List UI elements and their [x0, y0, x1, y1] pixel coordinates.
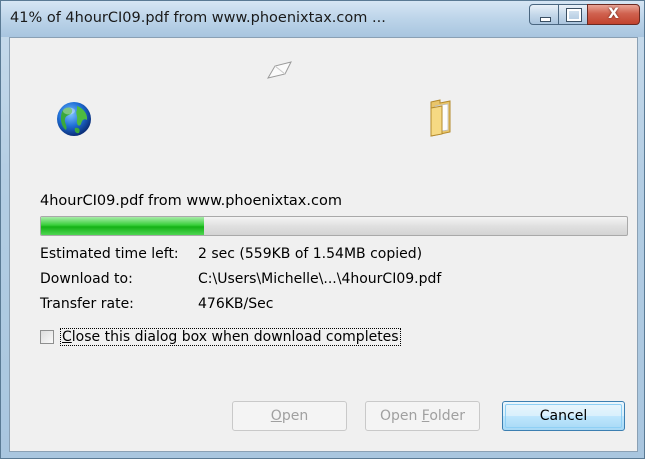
progress-fill	[41, 217, 205, 235]
close-when-done-text: lose this dialog box when download compl…	[71, 329, 399, 345]
close-button[interactable]: X	[587, 4, 640, 25]
open-folder-text: older	[429, 408, 466, 424]
download-to-value: C:\Users\Michelle\...\4hourCI09.pdf	[198, 271, 442, 287]
window-title: 41% of 4hourCI09.pdf from www.phoenixtax…	[10, 10, 386, 26]
close-when-done-label[interactable]: Close this dialog box when download comp…	[60, 328, 401, 346]
open-button[interactable]: Open	[232, 401, 347, 431]
estimated-time-value: 2 sec (559KB of 1.54MB copied)	[198, 246, 423, 262]
transfer-rate-value: 476KB/Sec	[198, 296, 274, 312]
download-to-row: Download to: C:\Users\Michelle\...\4hourC…	[40, 271, 441, 287]
cancel-button[interactable]: Cancel	[502, 401, 625, 431]
minimize-button[interactable]	[529, 4, 559, 25]
close-icon: X	[608, 6, 619, 22]
transfer-rate-label: Transfer rate:	[40, 296, 134, 312]
download-to-label: Download to:	[40, 271, 133, 287]
download-file-source: 4hourCI09.pdf from www.phoenixtax.com	[40, 193, 342, 209]
open-folder-button[interactable]: Open Folder	[365, 401, 480, 431]
close-when-done-option[interactable]: Close this dialog box when download comp…	[40, 328, 401, 346]
dialog-body: 4hourCI09.pdf from www.phoenixtax.com Es…	[9, 37, 638, 452]
paper-icon	[266, 61, 292, 79]
title-bar[interactable]: 41% of 4hourCI09.pdf from www.phoenixtax…	[1, 1, 644, 37]
download-progress-bar	[40, 216, 628, 236]
download-dialog-window: 41% of 4hourCI09.pdf from www.phoenixtax…	[0, 0, 645, 459]
estimated-time-label: Estimated time left:	[40, 246, 179, 262]
globe-icon	[57, 102, 91, 136]
open-text: pen	[281, 408, 309, 424]
folder-icon	[430, 99, 451, 137]
close-when-done-accelerator: C	[62, 329, 72, 345]
estimated-time-row: Estimated time left: 2 sec (559KB of 1.54…	[40, 246, 422, 262]
transfer-rate-row: Transfer rate: 476KB/Sec	[40, 296, 273, 312]
maximize-icon	[566, 8, 582, 22]
close-when-done-checkbox[interactable]	[40, 330, 54, 344]
window-controls: X	[529, 4, 640, 26]
minimize-icon	[540, 17, 551, 22]
open-accelerator: O	[270, 408, 282, 424]
maximize-button[interactable]	[558, 4, 588, 25]
open-folder-prefix: Open	[379, 408, 422, 424]
